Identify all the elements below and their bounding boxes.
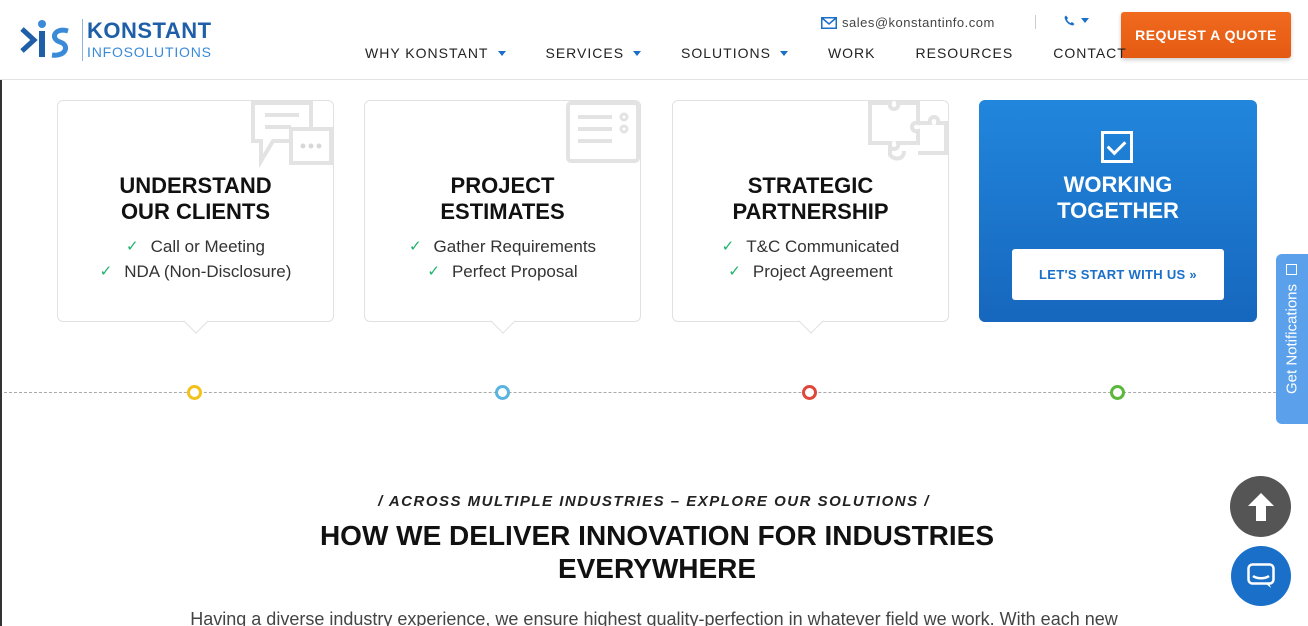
- nav-item-contact[interactable]: CONTACT: [1053, 45, 1127, 61]
- list-item: ✓ T&C Communicated: [673, 234, 948, 259]
- get-notifications-tab[interactable]: Get Notifications: [1276, 254, 1308, 424]
- email-address: sales@konstantinfo.com: [842, 15, 995, 30]
- list-item-text: NDA (Non-Disclosure): [124, 262, 292, 281]
- process-card-working-together: WORKING TOGETHER LET'S START WITH US »: [979, 100, 1257, 322]
- company-logo[interactable]: KONSTANT INFOSOLUTIONS: [20, 17, 212, 63]
- section-description: Having a diverse industry experience, we…: [190, 609, 1118, 626]
- logo-mark-icon: [20, 20, 69, 58]
- check-icon: ✓: [408, 238, 422, 255]
- list-item-text: Gather Requirements: [433, 237, 597, 256]
- phone-dropdown[interactable]: [1064, 15, 1089, 26]
- nav-item-label: CONTACT: [1053, 45, 1127, 61]
- card-checklist: ✓ T&C Communicated ✓ Project Agreement: [673, 234, 948, 284]
- chat-bubbles-icon: [251, 101, 333, 169]
- logo-wordmark: KONSTANT INFOSOLUTIONS: [87, 18, 212, 61]
- estimate-form-icon: [566, 101, 640, 163]
- logo-text-primary: KONSTANT: [87, 18, 212, 43]
- card-pointer: [797, 308, 824, 334]
- main-nav: WHY KONSTANT SERVICES SOLUTIONS WORK RES…: [365, 45, 1127, 61]
- logo-text-secondary: INFOSOLUTIONS: [87, 44, 212, 60]
- card-title-text: PROJECT ESTIMATES: [440, 173, 565, 224]
- card-title: PROJECT ESTIMATES: [365, 173, 640, 225]
- nav-item-work[interactable]: WORK: [828, 45, 876, 61]
- nav-item-label: SOLUTIONS: [681, 45, 771, 61]
- list-item-text: Call or Meeting: [150, 237, 265, 256]
- page-left-border: [0, 80, 2, 626]
- list-item: ✓ NDA (Non-Disclosure): [58, 259, 333, 284]
- list-item: ✓ Project Agreement: [673, 259, 948, 284]
- list-item: ✓ Gather Requirements: [365, 234, 640, 259]
- section-title: HOW WE DELIVER INNOVATION FOR INDUSTRIES…: [319, 520, 995, 584]
- envelope-icon: [821, 16, 837, 29]
- list-item-text: Perfect Proposal: [451, 262, 578, 281]
- arrow-up-icon: [1247, 492, 1274, 521]
- list-item-text: Project Agreement: [752, 262, 893, 281]
- chevron-down-icon: [497, 50, 506, 56]
- nav-item-resources[interactable]: RESOURCES: [916, 45, 1014, 61]
- process-card-strategic-partnership: STRATEGIC PARTNERSHIP ✓ T&C Communicated …: [672, 100, 949, 334]
- scroll-to-top-button[interactable]: [1230, 476, 1291, 537]
- nav-item-label: WHY KONSTANT: [365, 45, 489, 61]
- nav-item-services[interactable]: SERVICES: [546, 45, 642, 61]
- site-header: KONSTANT INFOSOLUTIONS sales@konstantinf…: [0, 0, 1308, 80]
- puzzle-icon: [868, 101, 948, 161]
- lets-start-button[interactable]: LET'S START WITH US »: [1012, 249, 1224, 300]
- list-item-text: T&C Communicated: [746, 237, 900, 256]
- card-title: WORKING TOGETHER: [979, 172, 1257, 224]
- process-card-understand-clients: UNDERSTAND OUR CLIENTS ✓ Call or Meeting …: [57, 100, 334, 334]
- nav-item-label: SERVICES: [545, 45, 625, 61]
- chevron-down-icon: [1081, 18, 1089, 23]
- checkbox-icon: [1101, 131, 1133, 163]
- check-icon: ✓: [728, 263, 741, 280]
- list-item: ✓ Call or Meeting: [58, 234, 333, 259]
- check-icon: ✓: [126, 238, 139, 255]
- check-icon: ✓: [721, 238, 735, 255]
- timeline-dot-1: [187, 385, 202, 400]
- timeline-dot-3: [802, 385, 817, 400]
- request-quote-button[interactable]: REQUEST A QUOTE: [1121, 12, 1291, 58]
- card-pointer: [489, 308, 516, 334]
- timeline-dot-2: [495, 385, 510, 400]
- nav-item-why-konstant[interactable]: WHY KONSTANT: [365, 45, 506, 61]
- chat-icon: [1247, 563, 1275, 588]
- card-checklist: ✓ Gather Requirements ✓ Perfect Proposal: [365, 234, 640, 284]
- list-item: ✓ Perfect Proposal: [365, 259, 640, 284]
- card-pointer: [182, 308, 209, 334]
- check-icon: ✓: [427, 263, 440, 280]
- chevron-down-icon: [633, 50, 642, 56]
- card-title: STRATEGIC PARTNERSHIP: [673, 173, 948, 225]
- nav-item-solutions[interactable]: SOLUTIONS: [681, 45, 788, 61]
- card-checklist: ✓ Call or Meeting ✓ NDA (Non-Disclosure): [58, 234, 333, 284]
- card-title: UNDERSTAND OUR CLIENTS: [58, 173, 333, 225]
- notifications-label: Get Notifications: [1283, 283, 1301, 395]
- card-title-text: STRATEGIC PARTNERSHIP: [732, 173, 889, 224]
- timeline-dot-4: [1110, 385, 1125, 400]
- check-icon: ✓: [99, 263, 113, 280]
- section-eyebrow: / ACROSS MULTIPLE INDUSTRIES – EXPLORE O…: [378, 493, 930, 510]
- card-title-text: UNDERSTAND OUR CLIENTS: [119, 173, 272, 224]
- process-card-project-estimates: PROJECT ESTIMATES ✓ Gather Requirements ✓…: [364, 100, 641, 334]
- nav-item-label: RESOURCES: [915, 45, 1014, 61]
- logo-divider: [82, 19, 83, 61]
- notification-icon: [1286, 264, 1297, 275]
- phone-icon: [1064, 15, 1075, 26]
- chevron-down-icon: [779, 50, 788, 56]
- card-title-text: WORKING TOGETHER: [1057, 172, 1179, 223]
- nav-item-label: WORK: [827, 45, 876, 61]
- live-chat-button[interactable]: [1231, 546, 1291, 606]
- email-link[interactable]: sales@konstantinfo.com: [821, 15, 995, 30]
- contact-separator: [1035, 15, 1036, 29]
